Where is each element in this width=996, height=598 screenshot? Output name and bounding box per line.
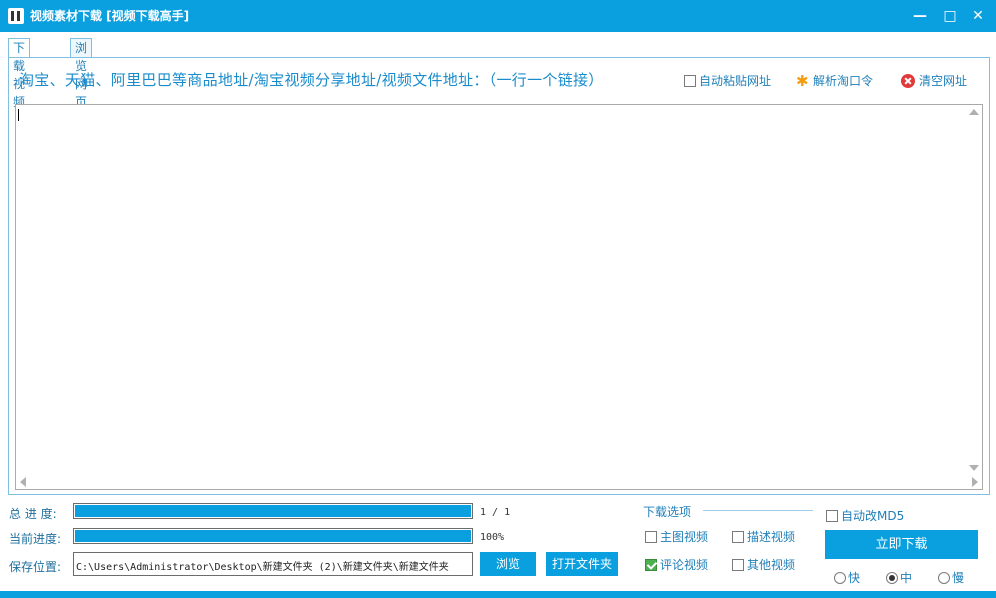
option-other-video[interactable]: 其他视频: [732, 556, 795, 573]
group-divider: [703, 510, 813, 511]
horizontal-scrollbar[interactable]: [16, 473, 982, 489]
open-folder-button[interactable]: 打开文件夹: [546, 552, 618, 576]
clear-urls-button[interactable]: 清空网址: [901, 72, 967, 89]
speed-slow-option[interactable]: 慢: [938, 569, 964, 586]
total-progress-bar: [73, 503, 473, 519]
save-path-input[interactable]: C:\Users\Administrator\Desktop\新建文件夹 (2)…: [73, 552, 473, 576]
tab-browse-web[interactable]: 浏览网页: [70, 38, 93, 109]
option-main-video[interactable]: 主图视频: [645, 528, 708, 545]
speed-fast-radio[interactable]: [834, 571, 846, 584]
tab-download-video[interactable]: 下载视频: [8, 38, 31, 109]
option-auto-md5[interactable]: 自动改MD5: [826, 507, 904, 524]
auto-md5-label: 自动改MD5: [841, 509, 905, 523]
current-progress-bar: [73, 528, 473, 544]
window-title: 视频素材下载 [视频下载高手]: [30, 9, 190, 23]
browse-button[interactable]: 浏览: [480, 552, 536, 576]
auto-paste-option[interactable]: 自动粘贴网址: [684, 72, 771, 89]
speed-slow-label: 慢: [952, 571, 965, 585]
speed-fast-option[interactable]: 快: [834, 569, 860, 586]
speed-medium-radio[interactable]: [886, 571, 898, 584]
total-progress-fill: [75, 505, 471, 517]
option-comment-video[interactable]: 评论视频: [645, 556, 708, 573]
speed-medium-label: 中: [900, 571, 913, 585]
current-progress-fill: [75, 530, 471, 542]
total-progress-label: 总 进 度:: [9, 507, 57, 521]
main-panel: 淘宝、天猫、阿里巴巴等商品地址/淘宝视频分享地址/视频文件地址：（一行一个链接）…: [8, 57, 990, 495]
current-progress-text: 100%: [480, 532, 505, 543]
speed-medium-option[interactable]: 中: [886, 569, 912, 586]
start-download-button[interactable]: 立即下载: [825, 530, 978, 559]
scroll-down-arrow-icon[interactable]: [969, 465, 979, 471]
current-progress-label: 当前进度:: [9, 532, 62, 546]
app-icon: [8, 8, 24, 24]
scroll-up-arrow-icon[interactable]: [969, 109, 979, 115]
url-instruction: 淘宝、天猫、阿里巴巴等商品地址/淘宝视频分享地址/视频文件地址：（一行一个链接）: [19, 71, 604, 89]
parse-taokouling-button[interactable]: ✱ 解析淘口令: [796, 72, 873, 89]
maximize-button[interactable]: □: [938, 4, 962, 28]
title-bar: 视频素材下载 [视频下载高手] — □ ✕: [0, 0, 996, 32]
comment-video-label: 评论视频: [660, 558, 709, 572]
main-video-label: 主图视频: [660, 530, 709, 544]
vertical-scrollbar[interactable]: [966, 105, 982, 489]
desc-video-checkbox[interactable]: [732, 530, 744, 543]
main-video-checkbox[interactable]: [645, 530, 657, 543]
text-caret: [18, 109, 19, 121]
scroll-right-arrow-icon[interactable]: [972, 477, 978, 487]
other-video-checkbox[interactable]: [732, 558, 744, 571]
close-button[interactable]: ✕: [966, 4, 990, 28]
clear-icon: [901, 73, 915, 88]
total-progress-text: 1 / 1: [480, 507, 511, 518]
url-textarea[interactable]: [15, 104, 983, 490]
auto-paste-label: 自动粘贴网址: [699, 74, 772, 88]
asterisk-icon: ✱: [796, 71, 809, 90]
speed-fast-label: 快: [848, 571, 861, 585]
other-video-label: 其他视频: [747, 558, 796, 572]
scroll-left-arrow-icon[interactable]: [20, 477, 26, 487]
auto-md5-checkbox[interactable]: [826, 509, 838, 522]
minimize-button[interactable]: —: [908, 4, 932, 28]
comment-video-checkbox[interactable]: [645, 558, 657, 571]
desc-video-label: 描述视频: [747, 530, 796, 544]
speed-slow-radio[interactable]: [938, 571, 950, 584]
auto-paste-checkbox[interactable]: [684, 74, 696, 87]
option-desc-video[interactable]: 描述视频: [732, 528, 795, 545]
parse-label: 解析淘口令: [813, 74, 874, 88]
save-location-label: 保存位置:: [9, 560, 62, 574]
status-bar: [0, 591, 996, 598]
download-options-title: 下载选项: [643, 505, 692, 519]
clear-label: 清空网址: [919, 74, 968, 88]
